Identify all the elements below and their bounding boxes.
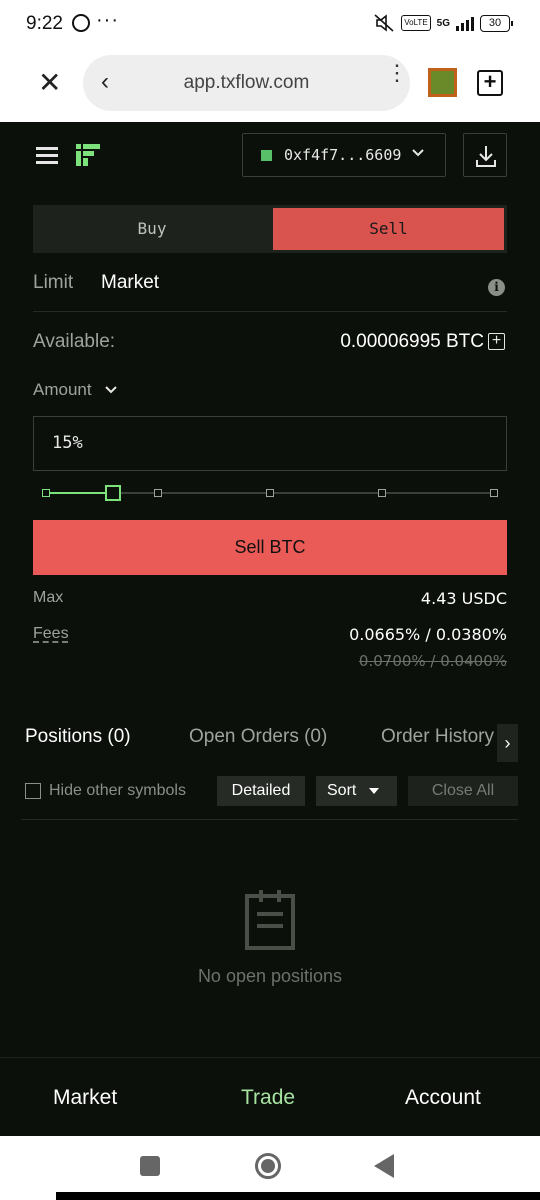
add-funds-icon[interactable]: + xyxy=(488,333,505,350)
hide-other-symbols-checkbox[interactable] xyxy=(25,783,41,799)
sort-label: Sort xyxy=(327,782,357,799)
volte-badge: VoLTE xyxy=(401,15,431,31)
slider-fill xyxy=(46,492,114,494)
tab-limit[interactable]: Limit xyxy=(33,272,73,294)
status-icons: VoLTE 5G 30 xyxy=(373,14,513,32)
url-bar[interactable]: ‹ app.txflow.com ⋮ xyxy=(83,55,410,111)
slider-mark[interactable] xyxy=(490,489,498,497)
divider xyxy=(33,311,507,312)
slider-mark[interactable] xyxy=(378,489,386,497)
close-all-button[interactable]: Close All xyxy=(408,776,518,806)
empty-state-text: No open positions xyxy=(197,966,343,986)
bottom-navigation: Market Trade Account xyxy=(0,1057,540,1136)
tab-market[interactable]: Market xyxy=(101,272,159,294)
download-button[interactable] xyxy=(463,133,507,177)
fees-original-value: 0.0700% / 0.0400% xyxy=(358,652,507,670)
chevron-down-icon xyxy=(411,146,425,164)
nav-account[interactable]: Account xyxy=(405,1086,481,1110)
download-icon xyxy=(476,146,496,167)
hamburger-icon[interactable] xyxy=(36,147,58,164)
amount-label[interactable]: Amount xyxy=(33,380,92,400)
available-value: 0.00006995 BTC xyxy=(340,331,484,352)
slider-mark[interactable] xyxy=(154,489,162,497)
tab-order-history[interactable]: Order History xyxy=(381,726,494,748)
close-icon[interactable]: ✕ xyxy=(38,68,61,98)
buy-sell-toggle: Buy Sell xyxy=(33,205,507,253)
site-favicon[interactable] xyxy=(428,68,457,97)
more-notifications-icon: ··· xyxy=(96,9,119,31)
fees-label[interactable]: Fees xyxy=(33,625,69,643)
system-navigation-bar xyxy=(0,1136,540,1200)
status-bar: 9:22 ··· VoLTE 5G 30 xyxy=(0,0,540,48)
nav-market[interactable]: Market xyxy=(53,1086,117,1110)
slider-handle[interactable] xyxy=(105,485,122,501)
scroll-right-icon[interactable]: › xyxy=(497,724,518,762)
max-label: Max xyxy=(33,589,64,606)
wallet-address: 0xf4f7...6609 xyxy=(284,146,402,164)
fees-value: 0.0665% / 0.0380% xyxy=(349,625,507,644)
whatsapp-icon xyxy=(72,14,90,32)
available-label: Available: xyxy=(33,331,116,352)
caret-down-icon xyxy=(368,788,379,794)
url-text[interactable]: app.txflow.com xyxy=(83,72,410,94)
info-icon[interactable]: i xyxy=(488,279,505,296)
divider xyxy=(21,819,518,820)
buy-tab[interactable]: Buy xyxy=(33,205,271,253)
nav-trade[interactable]: Trade xyxy=(241,1086,295,1110)
amount-slider[interactable] xyxy=(42,484,498,502)
system-back-icon[interactable] xyxy=(374,1154,394,1178)
detailed-button[interactable]: Detailed xyxy=(217,776,305,806)
signal-icon xyxy=(456,15,474,31)
status-time: 9:22 xyxy=(26,13,63,34)
chevron-down-icon[interactable] xyxy=(104,383,118,402)
sell-btc-button[interactable]: Sell BTC xyxy=(33,520,507,575)
more-vert-icon[interactable]: ⋮ xyxy=(386,62,408,84)
sort-button[interactable]: Sort xyxy=(316,776,397,806)
tab-positions[interactable]: Positions (0) xyxy=(25,726,131,748)
wallet-status-dot xyxy=(261,149,272,161)
battery-icon: 30 xyxy=(480,14,513,32)
sell-tab[interactable]: Sell xyxy=(273,208,504,250)
new-tab-icon[interactable]: + xyxy=(477,70,503,96)
hide-other-symbols-label[interactable]: Hide other symbols xyxy=(49,776,186,806)
gesture-bar xyxy=(56,1192,540,1200)
home-icon[interactable] xyxy=(255,1153,281,1179)
browser-toolbar: ✕ ‹ app.txflow.com ⋮ + xyxy=(0,48,540,122)
clipboard-icon xyxy=(245,888,295,950)
positions-tabs: Positions (0) Open Orders (0) Order Hist… xyxy=(0,726,540,752)
slider-mark[interactable] xyxy=(42,489,50,497)
wallet-selector[interactable]: 0xf4f7...6609 xyxy=(242,133,446,177)
recent-apps-icon[interactable] xyxy=(140,1156,160,1176)
network-label: 5G xyxy=(436,17,450,29)
txflow-logo[interactable] xyxy=(76,144,100,166)
mute-icon xyxy=(373,14,395,32)
max-value: 4.43 USDC xyxy=(420,589,507,608)
tab-open-orders[interactable]: Open Orders (0) xyxy=(189,726,327,748)
amount-input[interactable]: 15% xyxy=(33,416,507,471)
slider-mark[interactable] xyxy=(266,489,274,497)
